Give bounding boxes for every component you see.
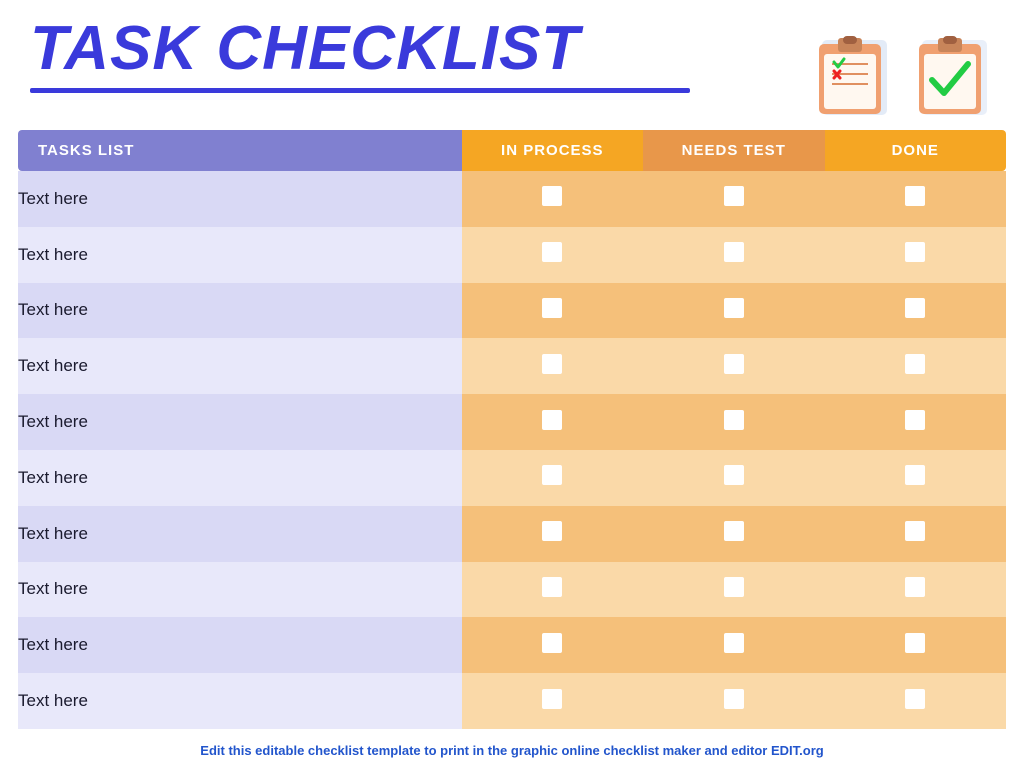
checkbox-inprocess-icon[interactable] — [542, 186, 562, 206]
table-row: Text here — [18, 617, 1006, 673]
checkbox-needstest-icon[interactable] — [724, 521, 744, 541]
clipboard-checkmark-icon — [914, 28, 994, 118]
checkbox-done-cell[interactable] — [825, 283, 1007, 339]
checkbox-done-cell[interactable] — [825, 394, 1007, 450]
checkbox-done-cell[interactable] — [825, 617, 1007, 673]
checkbox-inprocess-icon[interactable] — [542, 354, 562, 374]
page-wrapper: TASK CHECKLIST — [0, 0, 1024, 768]
checkbox-done-icon[interactable] — [905, 577, 925, 597]
checkbox-inprocess-icon[interactable] — [542, 633, 562, 653]
checkbox-done-icon[interactable] — [905, 242, 925, 262]
checkbox-done-icon[interactable] — [905, 633, 925, 653]
checkbox-inprocess-icon[interactable] — [542, 465, 562, 485]
task-cell: Text here — [18, 394, 462, 450]
task-cell: Text here — [18, 562, 462, 618]
checkbox-inprocess-icon[interactable] — [542, 410, 562, 430]
task-cell: Text here — [18, 338, 462, 394]
checkbox-needstest-cell[interactable] — [643, 562, 824, 618]
checkbox-done-cell[interactable] — [825, 506, 1007, 562]
checkbox-needstest-cell[interactable] — [643, 673, 824, 729]
checkbox-needstest-cell[interactable] — [643, 506, 824, 562]
checkbox-done-icon[interactable] — [905, 410, 925, 430]
task-cell: Text here — [18, 283, 462, 339]
checkbox-done-icon[interactable] — [905, 354, 925, 374]
checkbox-done-icon[interactable] — [905, 186, 925, 206]
checkbox-inprocess-cell[interactable] — [462, 394, 643, 450]
checkbox-needstest-cell[interactable] — [643, 617, 824, 673]
table-row: Text here — [18, 283, 1006, 339]
checkbox-needstest-cell[interactable] — [643, 283, 824, 339]
task-cell: Text here — [18, 227, 462, 283]
checkbox-done-icon[interactable] — [905, 521, 925, 541]
checkbox-done-cell[interactable] — [825, 171, 1007, 227]
checkbox-needstest-cell[interactable] — [643, 338, 824, 394]
checkbox-inprocess-icon[interactable] — [542, 298, 562, 318]
page-title: TASK CHECKLIST — [30, 18, 690, 80]
checkbox-done-cell[interactable] — [825, 227, 1007, 283]
task-cell: Text here — [18, 171, 462, 227]
checkbox-done-icon[interactable] — [905, 689, 925, 709]
checkbox-done-cell[interactable] — [825, 450, 1007, 506]
task-cell: Text here — [18, 506, 462, 562]
checkbox-needstest-cell[interactable] — [643, 227, 824, 283]
checkbox-done-icon[interactable] — [905, 465, 925, 485]
title-section: TASK CHECKLIST — [30, 18, 690, 93]
checkbox-inprocess-icon[interactable] — [542, 521, 562, 541]
checkbox-inprocess-icon[interactable] — [542, 242, 562, 262]
table-header-row: TASKS LIST IN PROCESS NEEDS TEST DONE — [18, 130, 1006, 171]
table-row: Text here — [18, 673, 1006, 729]
checkbox-needstest-icon[interactable] — [724, 298, 744, 318]
checkbox-inprocess-cell[interactable] — [462, 283, 643, 339]
checkbox-done-cell[interactable] — [825, 673, 1007, 729]
col-header-tasks: TASKS LIST — [18, 130, 462, 171]
table-row: Text here — [18, 171, 1006, 227]
col-header-needstest: NEEDS TEST — [643, 130, 824, 171]
table-row: Text here — [18, 394, 1006, 450]
checkbox-needstest-icon[interactable] — [724, 689, 744, 709]
title-underline — [30, 88, 690, 93]
checkbox-inprocess-icon[interactable] — [542, 689, 562, 709]
task-cell: Text here — [18, 673, 462, 729]
checkbox-needstest-icon[interactable] — [724, 633, 744, 653]
checkbox-inprocess-cell[interactable] — [462, 227, 643, 283]
table-row: Text here — [18, 450, 1006, 506]
icons-section — [814, 18, 994, 118]
checkbox-done-cell[interactable] — [825, 338, 1007, 394]
col-header-inprocess: IN PROCESS — [462, 130, 643, 171]
checkbox-inprocess-cell[interactable] — [462, 562, 643, 618]
checkbox-needstest-icon[interactable] — [724, 465, 744, 485]
checkbox-done-icon[interactable] — [905, 298, 925, 318]
checkbox-inprocess-cell[interactable] — [462, 506, 643, 562]
task-cell: Text here — [18, 450, 462, 506]
checkbox-needstest-icon[interactable] — [724, 577, 744, 597]
checkbox-inprocess-cell[interactable] — [462, 171, 643, 227]
table-row: Text here — [18, 338, 1006, 394]
checkbox-needstest-icon[interactable] — [724, 186, 744, 206]
table-section: TASKS LIST IN PROCESS NEEDS TEST DONE Te… — [0, 118, 1024, 735]
checkbox-inprocess-icon[interactable] — [542, 577, 562, 597]
checkbox-needstest-cell[interactable] — [643, 394, 824, 450]
footer: Edit this editable checklist template to… — [0, 735, 1024, 768]
checkbox-needstest-cell[interactable] — [643, 171, 824, 227]
table-row: Text here — [18, 506, 1006, 562]
table-row: Text here — [18, 562, 1006, 618]
checkbox-needstest-icon[interactable] — [724, 354, 744, 374]
checkbox-needstest-icon[interactable] — [724, 410, 744, 430]
checkbox-inprocess-cell[interactable] — [462, 673, 643, 729]
header: TASK CHECKLIST — [0, 0, 1024, 118]
checkbox-done-cell[interactable] — [825, 562, 1007, 618]
col-header-done: DONE — [825, 130, 1007, 171]
checkbox-inprocess-cell[interactable] — [462, 450, 643, 506]
checklist-table: TASKS LIST IN PROCESS NEEDS TEST DONE Te… — [18, 130, 1006, 729]
checkbox-needstest-cell[interactable] — [643, 450, 824, 506]
task-cell: Text here — [18, 617, 462, 673]
table-row: Text here — [18, 227, 1006, 283]
checkbox-inprocess-cell[interactable] — [462, 338, 643, 394]
checkbox-inprocess-cell[interactable] — [462, 617, 643, 673]
footer-text: Edit this editable checklist template to… — [200, 743, 823, 758]
clipboard-checklist-x-icon — [814, 28, 894, 118]
checkbox-needstest-icon[interactable] — [724, 242, 744, 262]
